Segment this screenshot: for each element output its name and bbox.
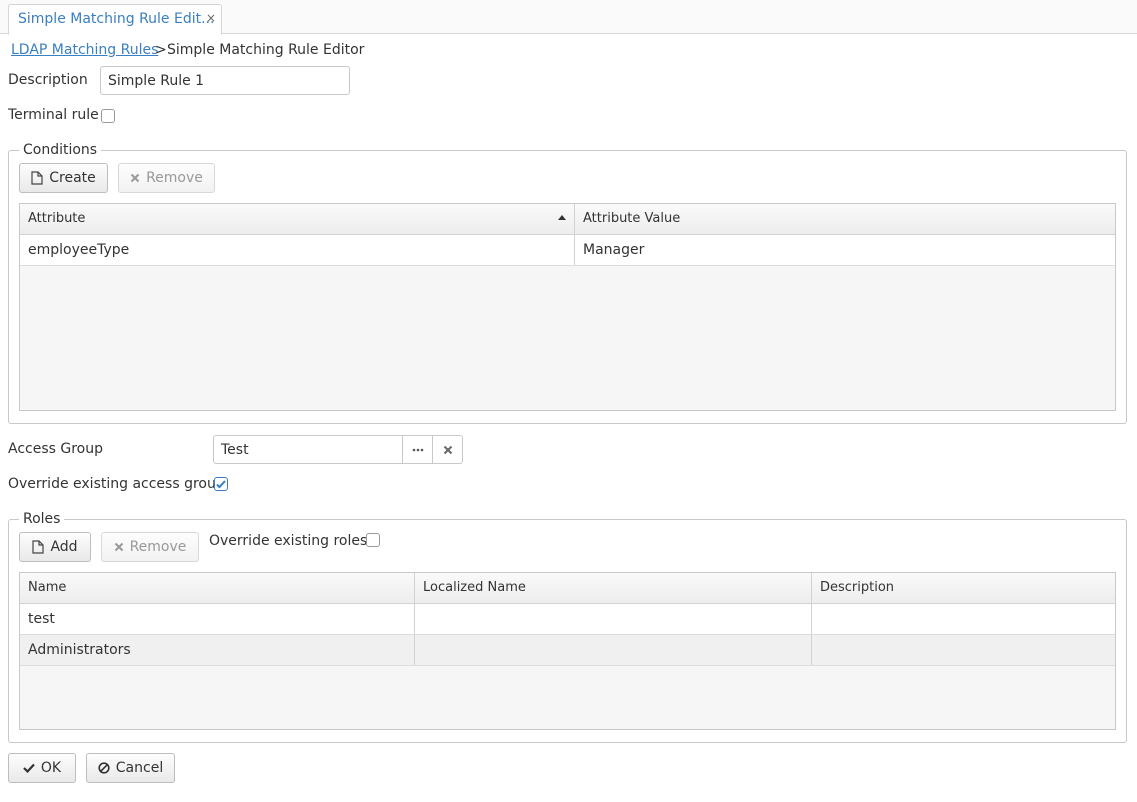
override-roles-label: Override existing roles	[209, 533, 368, 549]
cell-attribute: employeeType	[28, 242, 130, 258]
ellipsis-icon	[412, 448, 423, 451]
remove-icon	[114, 542, 123, 552]
breadcrumb-link-ldap-matching-rules[interactable]: LDAP Matching Rules	[11, 42, 158, 58]
column-header-localized-name[interactable]: Localized Name	[414, 573, 811, 603]
breadcrumb-separator: >	[155, 42, 167, 58]
table-row[interactable]: Administrators	[20, 635, 1115, 666]
column-header-name[interactable]: Name	[20, 573, 414, 603]
roles-table-header: Name Localized Name Description	[20, 573, 1115, 604]
cell-name: Administrators	[28, 642, 131, 658]
access-group-lookup-button[interactable]	[402, 435, 433, 464]
terminal-rule-checkbox[interactable]	[101, 109, 115, 123]
remove-icon	[130, 173, 140, 183]
cell-localized-name	[414, 635, 811, 665]
ok-button[interactable]: OK	[8, 753, 76, 783]
column-header-attribute-value[interactable]: Attribute Value	[574, 204, 1115, 234]
cell-name: test	[28, 611, 55, 627]
breadcrumb-current: Simple Matching Rule Editor	[167, 42, 365, 58]
roles-table: Name Localized Name Description test Adm…	[19, 572, 1116, 730]
description-field[interactable]: Simple Rule 1	[100, 66, 350, 95]
table-row[interactable]: test	[20, 604, 1115, 635]
ok-label: OK	[40, 760, 62, 776]
remove-role-button[interactable]: Remove	[101, 532, 199, 562]
tab-title: Simple Matching Rule Edit...	[18, 11, 215, 27]
cancel-label: Cancel	[115, 760, 164, 776]
access-group-clear-button[interactable]	[432, 435, 463, 464]
conditions-table-header: Attribute Attribute Value	[20, 204, 1115, 235]
ban-icon	[98, 762, 110, 774]
remove-role-label: Remove	[129, 539, 187, 555]
cell-localized-name	[414, 604, 811, 634]
sort-ascending-icon	[558, 215, 566, 220]
close-icon[interactable]: ×	[206, 11, 216, 25]
remove-condition-label: Remove	[146, 170, 203, 186]
conditions-table: Attribute Attribute Value employeeType M…	[19, 203, 1116, 411]
table-row[interactable]: employeeType Manager	[20, 235, 1115, 266]
add-role-button[interactable]: Add	[19, 532, 91, 562]
checkmark-icon	[216, 480, 226, 489]
terminal-rule-label: Terminal rule	[8, 107, 99, 123]
remove-condition-button[interactable]: Remove	[118, 163, 215, 193]
description-label: Description	[8, 72, 88, 88]
column-header-description[interactable]: Description	[811, 573, 1115, 603]
cell-attribute-value: Manager	[574, 235, 1115, 265]
cell-description	[811, 604, 1115, 634]
cell-description	[811, 635, 1115, 665]
tab-simple-matching-rule-editor[interactable]: Simple Matching Rule Edit... ×	[8, 4, 222, 35]
clear-icon	[443, 445, 452, 454]
column-header-attribute[interactable]: Attribute	[20, 204, 574, 234]
cancel-button[interactable]: Cancel	[86, 753, 175, 783]
create-condition-button[interactable]: Create	[19, 163, 108, 193]
file-icon	[31, 171, 43, 185]
create-condition-label: Create	[49, 170, 96, 186]
access-group-field[interactable]: Test	[213, 435, 403, 464]
check-icon	[23, 763, 35, 773]
override-access-group-label: Override existing access group	[8, 476, 225, 492]
file-icon	[32, 540, 45, 554]
add-role-label: Add	[50, 539, 78, 555]
conditions-legend: Conditions	[19, 142, 102, 158]
access-group-label: Access Group	[8, 441, 103, 457]
override-access-group-checkbox[interactable]	[214, 477, 228, 491]
roles-legend: Roles	[19, 511, 65, 527]
override-roles-checkbox[interactable]	[366, 533, 380, 547]
